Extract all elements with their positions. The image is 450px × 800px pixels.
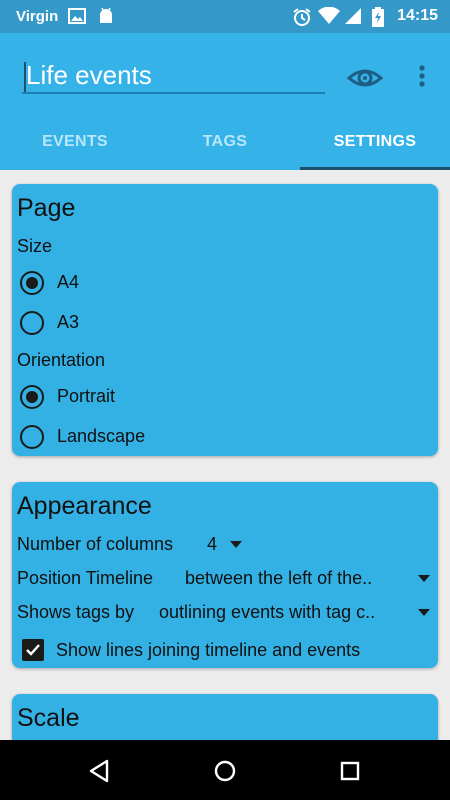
show-lines-checkbox[interactable] [22, 639, 44, 661]
tab-events[interactable]: EVENTS [0, 123, 150, 170]
card-title-scale: Scale [17, 704, 80, 732]
radio-button[interactable] [20, 311, 44, 335]
radio-size-a3[interactable]: A3 [18, 307, 318, 339]
tags-label: Shows tags by [17, 602, 135, 622]
overflow-menu-button[interactable] [412, 59, 432, 97]
status-bar: Virgin 14:15 [0, 0, 450, 33]
radio-label-a3: A3 [57, 312, 80, 332]
dropdown-arrow-icon[interactable] [418, 609, 430, 616]
card-title-page: Page [17, 194, 76, 222]
radio-label-a4: A4 [57, 272, 80, 292]
app-bar: Life events EVENTS TAGS SETTINGS [0, 33, 450, 170]
carrier-name: Virgin [16, 8, 59, 25]
radio-button-checked[interactable] [20, 271, 44, 295]
radio-orientation-landscape[interactable]: Landscape [18, 421, 318, 453]
timeline-label: Position Timeline [17, 568, 154, 588]
tab-bar: EVENTS TAGS SETTINGS [0, 123, 450, 170]
alarm-icon [292, 7, 312, 32]
home-button[interactable] [210, 756, 240, 786]
radio-label-landscape: Landscape [57, 426, 146, 446]
columns-spinner[interactable]: 4 [207, 534, 217, 555]
radio-label-portrait: Portrait [57, 386, 116, 406]
radio-size-a4[interactable]: A4 [18, 267, 318, 299]
timeline-spinner[interactable]: between the left of the.. [185, 568, 372, 589]
dropdown-arrow-icon[interactable] [418, 575, 430, 582]
tab-tags[interactable]: TAGS [150, 123, 300, 170]
radio-button-checked[interactable] [20, 385, 44, 409]
image-icon [68, 7, 86, 30]
tags-row: Shows tags by outlining events with tag … [17, 600, 435, 626]
orientation-label: Orientation [17, 350, 106, 370]
back-button[interactable] [85, 756, 115, 786]
dropdown-arrow-icon[interactable] [230, 541, 242, 548]
columns-row: Number of columns 4 [17, 532, 435, 558]
show-lines-label[interactable]: Show lines joining timeline and events [56, 640, 360, 661]
title-input-value: Life events [26, 60, 152, 90]
tags-spinner[interactable]: outlining events with tag c.. [159, 602, 375, 623]
clock: 14:15 [397, 7, 438, 24]
radio-button[interactable] [20, 425, 44, 449]
card-title-appearance: Appearance [17, 492, 152, 520]
page-settings-card: Page Size A4 A3 Orientation Portrait Lan… [12, 184, 438, 456]
radio-orientation-portrait[interactable]: Portrait [18, 381, 318, 413]
tab-settings[interactable]: SETTINGS [300, 123, 450, 170]
more-vert-icon [412, 65, 432, 101]
recents-button[interactable] [335, 756, 365, 786]
appearance-settings-card: Appearance Number of columns 4 Position … [12, 482, 438, 668]
battery-icon [372, 7, 384, 32]
tab-indicator [300, 167, 450, 170]
navigation-bar [0, 740, 450, 800]
signal-icon [344, 7, 362, 30]
android-icon [97, 7, 115, 32]
text-cursor [24, 62, 26, 92]
back-icon [85, 759, 115, 790]
preview-button[interactable] [346, 59, 384, 97]
wifi-icon [318, 6, 340, 30]
size-label: Size [17, 236, 53, 256]
columns-label: Number of columns [17, 534, 174, 554]
timeline-row: Position Timeline between the left of th… [17, 566, 435, 592]
eye-icon [346, 69, 384, 101]
recents-icon [335, 761, 365, 790]
home-icon [210, 760, 240, 790]
title-input[interactable]: Life events [22, 60, 325, 94]
